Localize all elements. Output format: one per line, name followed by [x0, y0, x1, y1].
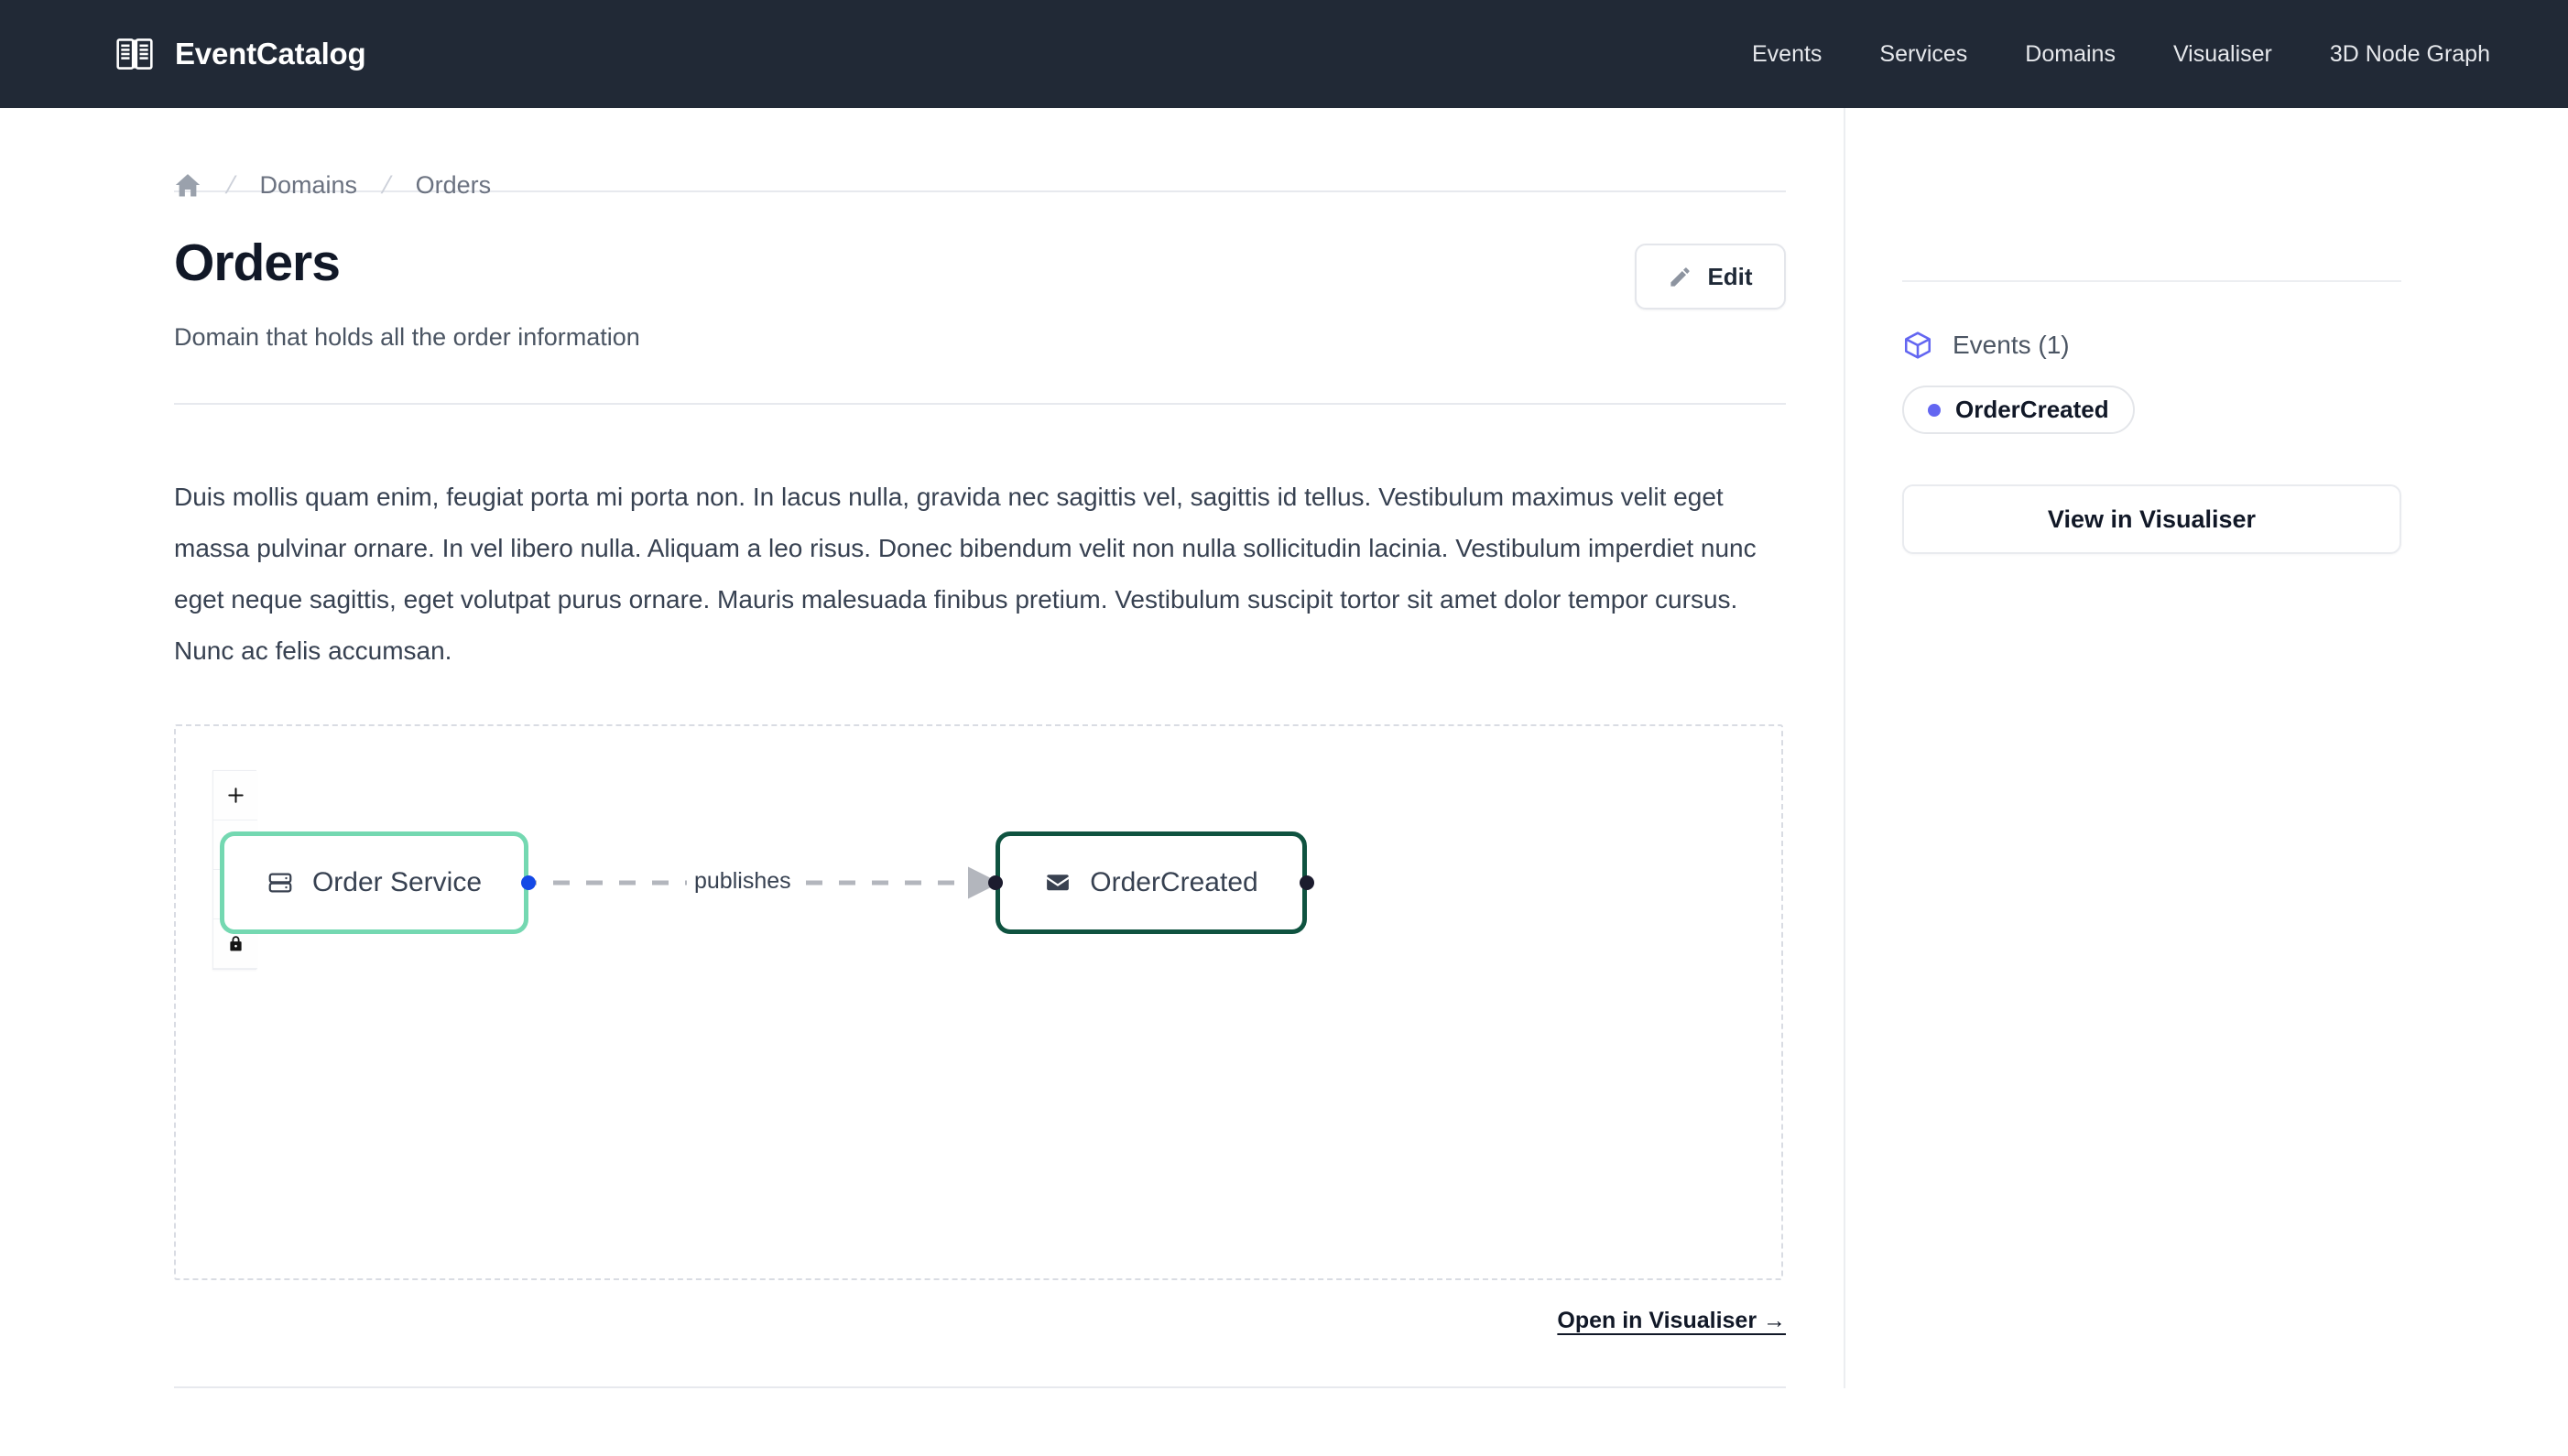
domain-description: Duis mollis quam enim, feugiat porta mi … — [174, 482, 1757, 665]
open-in-visualiser-link[interactable]: Open in Visualiser → — [1557, 1308, 1786, 1333]
page-body: / Domains / Orders Orders Domain that ho… — [0, 108, 2568, 1388]
sidebar-top-divider — [1902, 280, 2401, 282]
brand-name: EventCatalog — [175, 37, 366, 71]
flow-diagram[interactable]: publishes Order Service OrderCreated — [174, 723, 1783, 1280]
section-bottom-divider — [174, 1385, 1786, 1388]
breadcrumb-item-domains[interactable]: Domains — [260, 171, 358, 200]
flow-node-order-created[interactable]: OrderCreated — [996, 831, 1307, 934]
nav-item-events[interactable]: Events — [1752, 41, 1822, 68]
main-nav: Events Services Domains Visualiser 3D No… — [1752, 41, 2490, 68]
sidebar-chip-list: OrderCreated — [1902, 386, 2401, 434]
edit-button-label: Edit — [1707, 262, 1753, 290]
header-divider — [174, 402, 1786, 405]
breadcrumb-home-link[interactable] — [174, 172, 201, 198]
nav-item-domains[interactable]: Domains — [2025, 41, 2116, 68]
status-dot-icon — [1928, 403, 1941, 417]
page-subtitle: Domain that holds all the order informat… — [174, 322, 640, 351]
edge-layer — [487, 866, 1000, 899]
main-column: / Domains / Orders Orders Domain that ho… — [0, 108, 1844, 1388]
view-in-visualiser-button[interactable]: View in Visualiser — [1902, 484, 2401, 554]
sidebar-section-events: Events (1) — [1902, 330, 2401, 361]
flow-node-label: OrderCreated — [1090, 866, 1258, 897]
open-in-visualiser-row: Open in Visualiser → — [174, 1308, 1786, 1334]
open-book-icon — [116, 38, 153, 70]
event-chip-label: OrderCreated — [1955, 396, 2109, 423]
nav-item-visualiser[interactable]: Visualiser — [2173, 41, 2272, 68]
nav-item-services[interactable]: Services — [1879, 41, 1967, 68]
cube-icon — [1904, 331, 1931, 359]
brand[interactable]: EventCatalog — [114, 34, 366, 74]
nav-item-3d-node-graph[interactable]: 3D Node Graph — [2330, 41, 2490, 68]
envelope-icon — [1047, 875, 1070, 891]
view-in-visualiser-label: View in Visualiser — [2047, 505, 2257, 533]
page-title: Orders — [174, 234, 341, 292]
source-handle-order-service[interactable] — [521, 875, 536, 890]
pencil-icon — [1670, 266, 1691, 287]
home-icon — [175, 174, 201, 197]
flow-node-label: Order Service — [311, 866, 483, 897]
server-stack-icon — [268, 873, 292, 893]
sidebar-section-title: Events (1) — [1953, 331, 2070, 359]
source-handle-order-created[interactable] — [1300, 875, 1314, 890]
top-navigation-bar: EventCatalog Events Services Domains Vis… — [0, 0, 2568, 108]
page-header: Orders Domain that holds all the order i… — [174, 192, 1786, 352]
edge-label-publishes: publishes — [687, 867, 799, 895]
flow-node-order-service[interactable]: Order Service — [220, 831, 528, 934]
right-sidebar: Events (1) OrderCreated View in Visualis… — [1844, 108, 2568, 1388]
event-chip-order-created[interactable]: OrderCreated — [1902, 386, 2135, 434]
breadcrumb: / Domains / Orders — [174, 108, 1786, 199]
target-handle-order-created[interactable] — [988, 875, 1003, 890]
edit-button[interactable]: Edit — [1635, 244, 1786, 310]
breadcrumb-item-orders[interactable]: Orders — [416, 171, 492, 200]
